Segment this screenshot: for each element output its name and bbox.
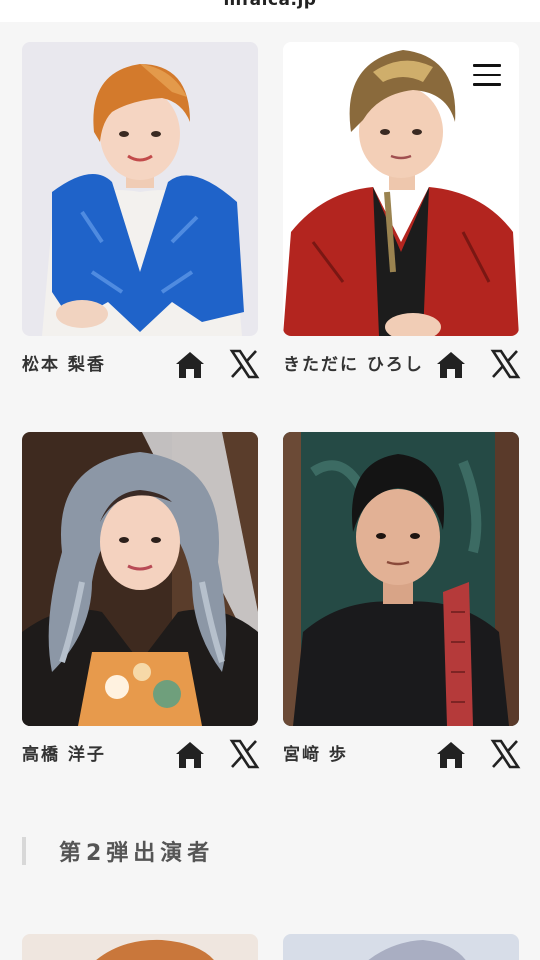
x-logo-icon[interactable] <box>228 348 260 380</box>
performer-name: きただに ひろし <box>283 355 424 375</box>
site-title[interactable]: mfaica.jp <box>0 0 540 10</box>
home-icon[interactable] <box>435 740 467 770</box>
home-icon[interactable] <box>174 740 206 770</box>
performer-photo <box>283 432 519 726</box>
x-logo-icon[interactable] <box>228 738 260 770</box>
performer-name: 高橋 洋子 <box>22 745 106 765</box>
performer-photo <box>22 432 258 726</box>
performer-photo <box>283 934 519 960</box>
performer-card: きただに ひろし <box>283 42 521 392</box>
performer-name: 宮﨑 歩 <box>283 745 348 765</box>
performer-card: 松本 梨香 <box>22 42 260 392</box>
x-logo-icon[interactable] <box>489 738 521 770</box>
home-icon[interactable] <box>435 350 467 380</box>
performer-name: 松本 梨香 <box>22 355 106 375</box>
performer-card: 宮﨑 歩 <box>283 432 521 782</box>
hamburger-menu-icon[interactable] <box>470 58 504 92</box>
top-header: mfaica.jp <box>0 0 540 22</box>
x-logo-icon[interactable] <box>489 348 521 380</box>
section-accent-bar <box>22 837 26 865</box>
performer-photo <box>22 42 258 336</box>
page: mfaica.jp 松本 梨香 きただに ひろし 高橋 洋子 宮﨑 歩 第2弾出… <box>0 0 540 960</box>
section-heading: 第2弾出演者 <box>22 836 214 866</box>
home-icon[interactable] <box>174 350 206 380</box>
performer-card: 高橋 洋子 <box>22 432 260 782</box>
performer-photo <box>22 934 258 960</box>
section-title: 第2弾出演者 <box>59 841 215 866</box>
